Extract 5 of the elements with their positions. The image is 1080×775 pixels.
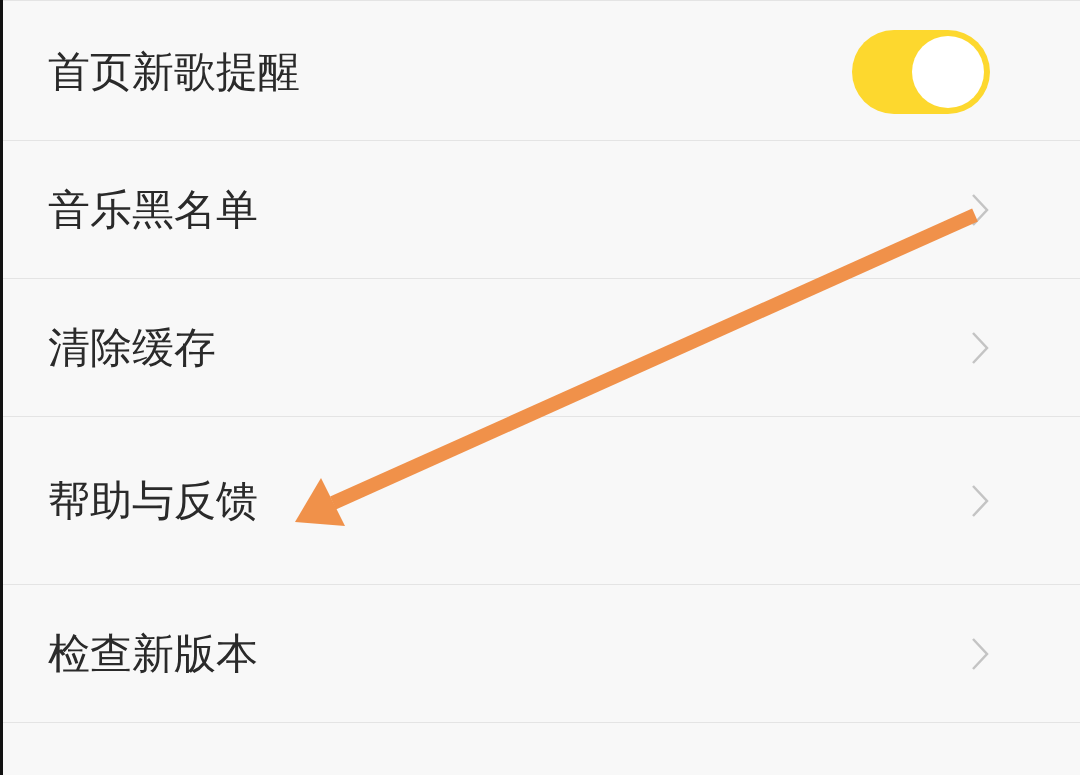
setting-label: 帮助与反馈	[48, 475, 258, 527]
setting-label: 音乐黑名单	[48, 184, 258, 236]
setting-label: 清除缓存	[48, 322, 216, 374]
setting-label: 检查新版本	[48, 628, 258, 680]
setting-label: 首页新歌提醒	[48, 46, 300, 98]
